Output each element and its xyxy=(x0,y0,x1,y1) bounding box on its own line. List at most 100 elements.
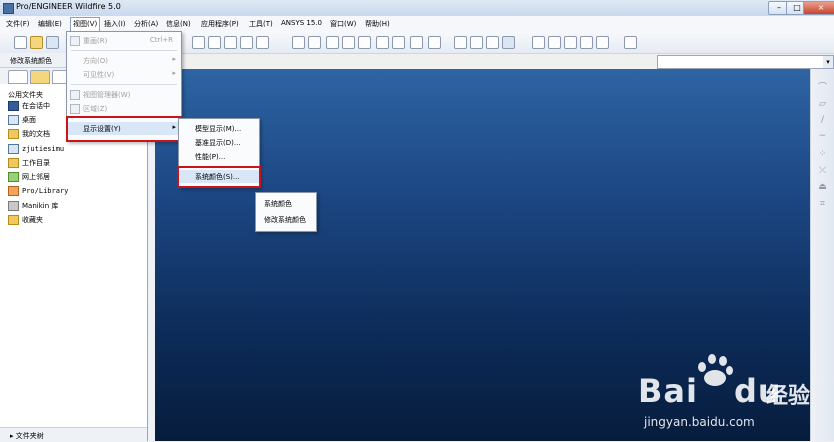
desktop-icon xyxy=(8,115,19,125)
datum-axis-tool-icon[interactable]: ▱ xyxy=(817,99,828,109)
folder-item[interactable]: 工作目录 xyxy=(8,158,50,170)
menu-item-orientation[interactable]: 方向(O) ▸ xyxy=(67,54,181,67)
layers-icon[interactable] xyxy=(410,36,423,49)
appearance-icon[interactable] xyxy=(428,36,441,49)
menu-edit[interactable]: 编辑(E) xyxy=(38,19,62,29)
view-manager-icon xyxy=(70,90,80,100)
datum-planes-icon[interactable] xyxy=(532,36,545,49)
menu-ansys[interactable]: ANSYS 15.0 xyxy=(281,19,322,27)
find-icon[interactable] xyxy=(240,36,253,49)
system-colors-tooltip: 系统颜色 修改系统颜色 xyxy=(255,192,317,232)
refit-icon[interactable] xyxy=(358,36,371,49)
copy-icon[interactable] xyxy=(192,36,205,49)
menu-item-view-manager[interactable]: 视图管理器(W) xyxy=(67,88,181,101)
menu-applications[interactable]: 应用程序(P) xyxy=(201,19,239,29)
paste-icon[interactable] xyxy=(208,36,221,49)
datum-plane-tool-icon[interactable]: ⌒ xyxy=(817,83,828,93)
menu-item-model-display[interactable]: 模型显示(M)... xyxy=(179,122,259,135)
datum-point-tool-icon[interactable]: ⁘ xyxy=(817,149,828,159)
menu-item-repaint[interactable]: 重画(R) Ctrl+R xyxy=(67,34,181,47)
title-bar: Pro/ENGINEER Wildfire 5.0 – □ × xyxy=(0,0,834,17)
menu-bar: 文件(F) 编辑(E) 视图(V) 插入(I) 分析(A) 信息(N) 应用程序… xyxy=(0,16,834,33)
wireframe-icon[interactable] xyxy=(454,36,467,49)
menu-info[interactable]: 信息(N) xyxy=(166,19,191,29)
new-icon[interactable] xyxy=(14,36,27,49)
tooltip-description: 修改系统颜色 xyxy=(264,216,306,224)
highlight-box-display-settings xyxy=(66,116,182,142)
window-title: Pro/ENGINEER Wildfire 5.0 xyxy=(16,2,121,11)
select-box-icon[interactable] xyxy=(256,36,269,49)
zoom-in-icon[interactable] xyxy=(326,36,339,49)
folder-item[interactable]: Manikin 库 xyxy=(8,201,58,213)
reorient-icon[interactable] xyxy=(376,36,389,49)
tooltip-title: 系统颜色 xyxy=(264,200,292,208)
filter-dropdown[interactable]: ▾ xyxy=(657,55,834,69)
folder-tree-label: ▸ 文件夹树 xyxy=(10,432,44,440)
menu-file[interactable]: 文件(F) xyxy=(6,19,30,29)
tab-folder-browser-icon[interactable] xyxy=(30,70,50,84)
save-icon[interactable] xyxy=(46,36,59,49)
folder-item[interactable]: zjutiesimu xyxy=(8,144,64,156)
status-text: 修改系统颜色 xyxy=(10,57,52,65)
datum-axes-icon[interactable] xyxy=(548,36,561,49)
submenu-arrow-icon: ▸ xyxy=(172,69,176,77)
spin-center-icon[interactable] xyxy=(308,36,321,49)
datum-curve-tool-icon[interactable]: ∕ xyxy=(817,115,828,125)
repaint-icon xyxy=(70,36,80,46)
paste-special-icon[interactable] xyxy=(224,36,237,49)
working-dir-icon xyxy=(8,158,19,168)
close-button[interactable]: × xyxy=(803,1,834,15)
menu-help[interactable]: 帮助(H) xyxy=(365,19,390,29)
folder-item[interactable]: Pro/Library xyxy=(8,186,68,198)
sketch-tool-icon[interactable]: ∼ xyxy=(817,131,828,141)
shading-icon[interactable] xyxy=(502,36,515,49)
coord-systems-icon[interactable] xyxy=(580,36,593,49)
menu-window[interactable]: 窗口(W) xyxy=(330,19,356,29)
menu-item-visibility[interactable]: 可见性(V) ▸ xyxy=(67,68,181,81)
folder-item[interactable]: 桌面 xyxy=(8,115,36,127)
datum-points-icon[interactable] xyxy=(564,36,577,49)
session-icon xyxy=(8,101,19,111)
folder-item[interactable]: 收藏夹 xyxy=(8,215,43,227)
section-title: 公用文件夹 xyxy=(8,91,43,99)
open-icon[interactable] xyxy=(30,36,43,49)
app-icon xyxy=(3,3,14,14)
hole-tool-icon[interactable]: ⌗ xyxy=(817,199,828,209)
watermark-url: jingyan.baidu.com xyxy=(644,415,755,429)
jingyan-text: 经验 xyxy=(766,384,811,409)
baidu-watermark: Bai du 经验 jingyan.baidu.com xyxy=(638,354,828,437)
analysis-tool-icon[interactable]: ⏏ xyxy=(817,182,828,192)
chevron-down-icon[interactable]: ▾ xyxy=(823,56,833,68)
region-icon xyxy=(70,104,80,114)
folder-item[interactable]: 我的文档 xyxy=(8,129,50,141)
tab-model-tree-icon[interactable] xyxy=(8,70,28,84)
saved-views-icon[interactable] xyxy=(392,36,405,49)
coord-sys-tool-icon[interactable]: ⤫ xyxy=(817,166,828,176)
menu-item-region[interactable]: 区域(Z) xyxy=(67,102,181,115)
menu-item-performance[interactable]: 性能(P)... xyxy=(179,150,259,163)
menu-item-datum-display[interactable]: 基准显示(D)... xyxy=(179,136,259,149)
menu-separator xyxy=(71,50,177,51)
regenerate-icon[interactable] xyxy=(292,36,305,49)
menu-insert[interactable]: 插入(I) xyxy=(104,19,126,29)
favorites-icon xyxy=(8,215,19,225)
zoom-out-icon[interactable] xyxy=(342,36,355,49)
folder-item[interactable]: 在会话中 xyxy=(8,101,50,113)
annotations-icon[interactable] xyxy=(596,36,609,49)
library-icon xyxy=(8,186,19,196)
no-hidden-icon[interactable] xyxy=(486,36,499,49)
user-folder-icon xyxy=(8,144,19,154)
manikin-icon xyxy=(8,201,19,211)
context-help-icon[interactable] xyxy=(624,36,637,49)
baidu-logo-text: Bai du xyxy=(638,372,782,410)
network-icon xyxy=(8,172,19,182)
folder-tree-toggle[interactable]: ▸ 文件夹树 xyxy=(0,427,147,442)
highlight-box-system-colors xyxy=(177,166,261,188)
submenu-arrow-icon: ▸ xyxy=(172,55,176,63)
menu-separator xyxy=(71,84,177,85)
documents-icon xyxy=(8,129,19,139)
hidden-line-icon[interactable] xyxy=(470,36,483,49)
menu-tools[interactable]: 工具(T) xyxy=(249,19,273,29)
folder-item[interactable]: 网上邻居 xyxy=(8,172,50,184)
menu-analysis[interactable]: 分析(A) xyxy=(134,19,158,29)
